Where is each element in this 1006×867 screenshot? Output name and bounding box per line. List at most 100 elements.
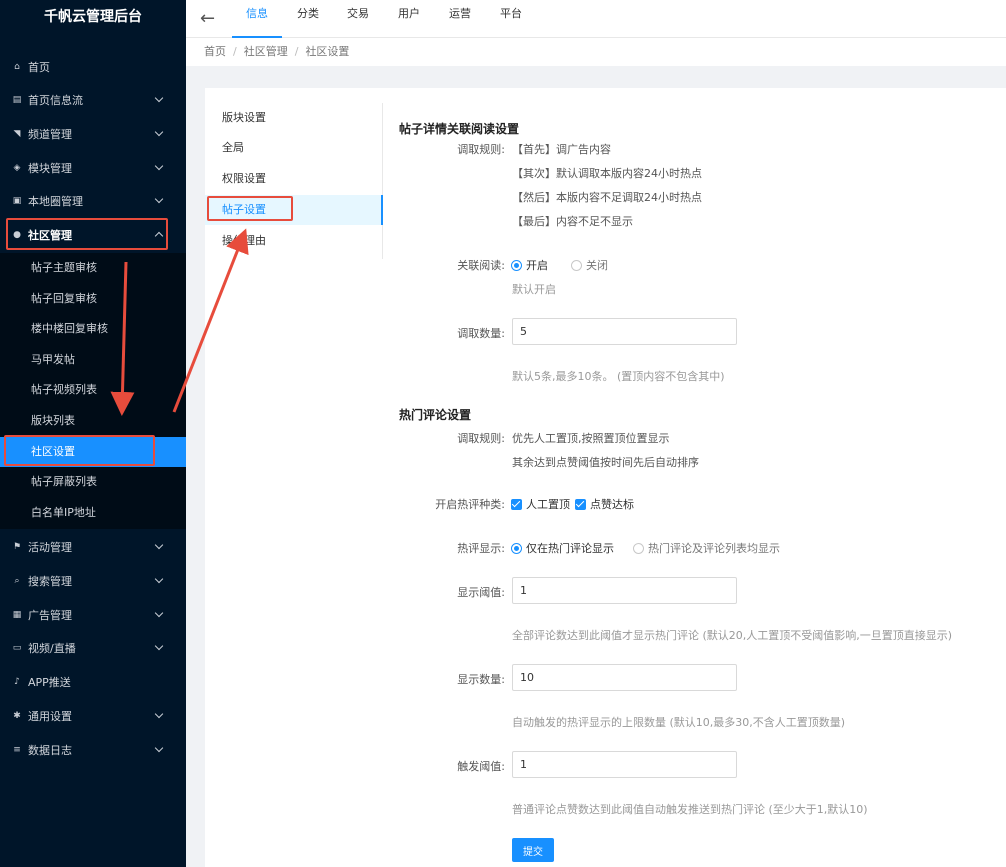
back-arrow-icon[interactable]: ←: [200, 8, 215, 29]
sidebar-item-label: 首页信息流: [28, 94, 83, 107]
sidebar-item-home[interactable]: ⌂ 首页: [0, 50, 186, 84]
trigger-hint: 普通评论点赞数达到此阈值自动触发推送到热门评论 (至少大于1,默认10): [512, 803, 868, 816]
sidebar-item-label: 通用设置: [28, 710, 72, 723]
submenu-item[interactable]: 帖子回复审核: [0, 284, 186, 314]
video-icon: ▭: [12, 643, 22, 653]
tab-trade[interactable]: 交易: [336, 0, 380, 38]
settings-nav-item[interactable]: 操作理由: [205, 226, 383, 256]
list-icon: ≡: [13, 745, 21, 755]
checkbox-label: 点赞达标: [590, 498, 634, 511]
trigger-input[interactable]: 1: [512, 751, 737, 778]
bell-icon: ♪: [14, 677, 20, 687]
tab-platform[interactable]: 平台: [489, 0, 533, 38]
submenu-item[interactable]: 帖子视频列表: [0, 375, 186, 405]
home-icon: ⌂: [14, 62, 20, 72]
types-label: 开启热评种类:: [435, 498, 505, 511]
chevron-down-icon: [154, 161, 164, 171]
chevron-down-icon: [154, 608, 164, 618]
display-count-hint: 自动触发的热评显示的上限数量 (默认10,最多30,不含人工置顶数量): [512, 716, 846, 729]
flag-icon: ⚑: [12, 542, 22, 552]
tab-category[interactable]: 分类: [286, 0, 330, 38]
rule-text: 【其次】默认调取本版内容24小时热点: [512, 167, 702, 180]
chevron-down-icon: [154, 743, 164, 753]
top-nav: ← 信息 分类 交易 用户 运营 平台: [186, 0, 1006, 38]
radio-checked-icon: [511, 259, 522, 271]
radio-on[interactable]: 开启: [511, 257, 548, 273]
related-count-input[interactable]: 5: [512, 318, 737, 345]
document-icon: ▤: [12, 95, 22, 105]
submenu-item[interactable]: 帖子主题审核: [0, 253, 186, 283]
submenu-item[interactable]: 版块列表: [0, 406, 186, 436]
checkbox-checked-icon: [511, 498, 522, 510]
sidebar-item-data-log[interactable]: ≡ 数据日志: [0, 733, 186, 767]
community-submenu: 帖子主题审核 帖子回复审核 楼中楼回复审核 马甲发帖 帖子视频列表 版块列表 社…: [0, 253, 186, 529]
display-label: 热评显示:: [457, 542, 505, 555]
radio-unchecked-icon: [633, 542, 644, 554]
sidebar: 千帆云管理后台 ⌂ 首页 ▤ 首页信息流 ◥ 频道管理 ◈ 模块管理 ▣ 本地圈…: [0, 0, 186, 867]
settings-panel: 版块设置 全局 权限设置 帖子设置 操作理由 帖子详情关联阅读设置 调取规则: …: [205, 88, 1006, 867]
sidebar-item-video[interactable]: ▭ 视频/直播: [0, 631, 186, 665]
cube-icon: ◈: [13, 163, 21, 173]
submenu-item[interactable]: 楼中楼回复审核: [0, 314, 186, 344]
breadcrumb-item-current: 社区设置: [305, 45, 350, 58]
annotation-box-post-settings: [207, 196, 293, 221]
sidebar-item-label: 模块管理: [28, 162, 72, 175]
sidebar-item-label: 频道管理: [28, 128, 72, 141]
rule-text: 优先人工置顶,按照置顶位置显示: [512, 432, 670, 445]
sidebar-item-channels[interactable]: ◥ 频道管理: [0, 117, 186, 151]
settings-nav-item[interactable]: 版块设置: [205, 103, 383, 133]
radio-off[interactable]: 关闭: [571, 257, 608, 273]
rule-text: 其余达到点赞阈值按时间先后自动排序: [512, 456, 699, 469]
radio-hot-and-list[interactable]: 热门评论及评论列表均显示: [633, 540, 780, 556]
sidebar-item-home-feed[interactable]: ▤ 首页信息流: [0, 83, 186, 117]
sidebar-item-local[interactable]: ▣ 本地圈管理: [0, 184, 186, 218]
settings-nav-item[interactable]: 权限设置: [205, 164, 383, 194]
section-title-related: 帖子详情关联阅读设置: [399, 122, 520, 136]
submenu-item[interactable]: 白名单IP地址: [0, 498, 186, 528]
submenu-item[interactable]: 帖子屏蔽列表: [0, 467, 186, 497]
annotation-box-community: [6, 218, 168, 250]
sidebar-item-label: 本地圈管理: [28, 195, 83, 208]
settings-nav: 版块设置 全局 权限设置 帖子设置 操作理由: [205, 103, 383, 259]
sidebar-item-label: 视频/直播: [28, 642, 76, 655]
toggle-label: 关联阅读:: [457, 259, 505, 272]
sidebar-item-general-settings[interactable]: ✱ 通用设置: [0, 699, 186, 733]
toggle-hint: 默认开启: [512, 283, 556, 296]
checkbox-pinned[interactable]: 人工置顶: [511, 496, 570, 512]
radio-label: 开启: [526, 259, 548, 272]
breadcrumb-item[interactable]: 社区管理: [244, 45, 288, 58]
tab-info[interactable]: 信息: [232, 0, 282, 38]
chevron-down-icon: [154, 194, 164, 204]
radio-checked-icon: [511, 542, 522, 554]
gear-icon: ✱: [13, 711, 21, 721]
threshold-input[interactable]: 1: [512, 577, 737, 604]
settings-nav-item[interactable]: 全局: [205, 133, 383, 163]
chevron-down-icon: [154, 127, 164, 137]
tab-users[interactable]: 用户: [387, 0, 431, 38]
annotation-box-community-settings: [4, 435, 155, 466]
submenu-item[interactable]: 马甲发帖: [0, 345, 186, 375]
sidebar-item-ads[interactable]: ▦ 广告管理: [0, 598, 186, 632]
app-title: 千帆云管理后台: [44, 9, 142, 25]
display-count-input[interactable]: 10: [512, 664, 737, 691]
count-label: 调取数量:: [457, 327, 505, 340]
sidebar-item-push[interactable]: ♪ APP推送: [0, 665, 186, 699]
radio-label: 关闭: [586, 259, 608, 272]
sidebar-item-search[interactable]: ⌕ 搜索管理: [0, 564, 186, 598]
radio-hot-only[interactable]: 仅在热门评论显示: [511, 540, 614, 556]
image-icon: ▦: [12, 610, 22, 620]
section-title-hot-comments: 热门评论设置: [399, 408, 472, 422]
rule-text: 【首先】调广告内容: [512, 143, 611, 156]
sidebar-item-activities[interactable]: ⚑ 活动管理: [0, 530, 186, 564]
sidebar-item-label: 活动管理: [28, 541, 72, 554]
submit-button[interactable]: 提交: [512, 838, 554, 862]
threshold-label: 显示阈值:: [457, 586, 505, 599]
breadcrumb-item[interactable]: 首页: [204, 45, 226, 58]
sidebar-item-label: 广告管理: [28, 609, 72, 622]
radio-label: 热门评论及评论列表均显示: [648, 542, 780, 555]
sidebar-item-label: 数据日志: [28, 744, 72, 757]
checkbox-likes[interactable]: 点赞达标: [575, 496, 634, 512]
checkbox-label: 人工置顶: [526, 498, 570, 511]
sidebar-item-modules[interactable]: ◈ 模块管理: [0, 151, 186, 185]
tab-operations[interactable]: 运营: [438, 0, 482, 38]
